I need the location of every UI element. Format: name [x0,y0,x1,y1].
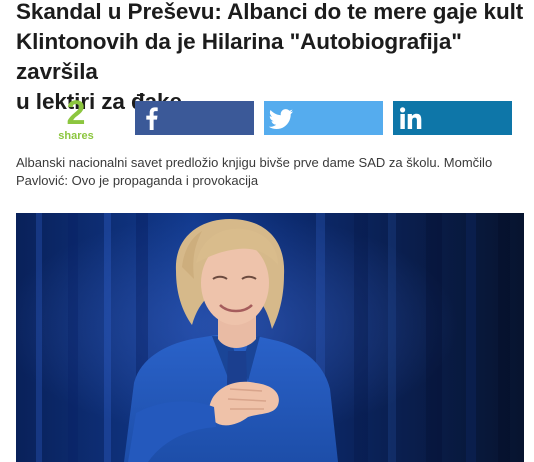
facebook-icon [135,101,169,135]
article-photo [16,213,524,462]
linkedin-icon [393,101,427,135]
lead-line: Pavlović: Ovo je propaganda i provokacij… [16,173,259,188]
share-count-label: shares [58,130,94,142]
headline-line: Klintonovih da je Hilarina "Autobiografi… [16,29,462,84]
twitter-icon [264,101,298,135]
article-lead: Albanski nacionalni savet predložio knji… [16,154,528,190]
linkedin-share-button[interactable] [393,101,512,135]
facebook-share-button[interactable] [135,101,254,135]
lead-line: Albanski nacionalni savet predložio knji… [16,155,493,170]
share-count-number: 2 [66,94,86,132]
share-counter: 2 shares [55,96,97,142]
twitter-share-button[interactable] [264,101,383,135]
headline-line: Skandal u Preševu: Albanci do te mere ga… [16,0,524,24]
